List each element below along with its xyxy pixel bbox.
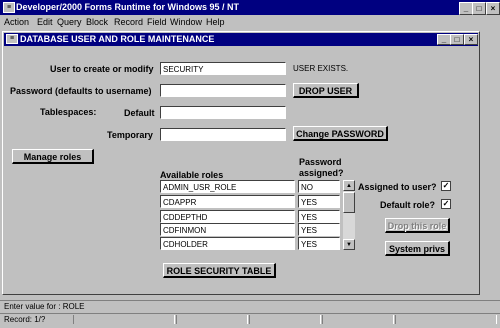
status-segment [395,315,497,324]
form-icon[interactable]: ≡ [6,34,18,44]
password-field[interactable] [160,84,286,97]
drop-user-button[interactable]: DROP USER [293,83,359,98]
scroll-down-icon[interactable]: ▼ [343,239,355,250]
menu-bar: Action Edit Query Block Record Field Win… [0,15,500,29]
menu-action[interactable]: Action [4,17,29,27]
status-segment [73,315,175,324]
default-tablespace-label: Default [124,108,155,118]
manage-roles-button[interactable]: Manage roles [12,149,94,164]
menu-block[interactable]: Block [86,17,108,27]
app-title: Developer/2000 Forms Runtime for Windows… [16,2,239,12]
temporary-tablespace-label: Temporary [107,130,153,140]
role-security-table-button[interactable]: ROLE SECURITY TABLE [163,263,276,278]
app-icon[interactable]: ≡ [3,2,15,13]
role-assigned-cell[interactable]: YES [298,210,340,223]
role-assigned-cell[interactable]: YES [298,237,340,250]
change-password-button[interactable]: Change PASSWORD [293,126,388,141]
roles-scrollbar[interactable]: ▲ ▼ [343,180,355,250]
scroll-up-icon[interactable]: ▲ [343,180,355,191]
menu-record[interactable]: Record [114,17,143,27]
minimize-icon[interactable]: _ [459,2,473,15]
tablespaces-label: Tablespaces: [40,107,97,117]
role-assigned-cell[interactable]: YES [298,223,340,236]
user-label: User to create or modify [50,64,154,74]
role-name-cell[interactable]: CDFINMON [160,223,295,236]
role-assigned-cell[interactable]: NO [298,180,340,193]
form-title-bar[interactable]: ≡ DATABASE USER AND ROLE MAINTENANCE _ □… [4,33,478,46]
password-label: Password (defaults to username) [10,86,152,96]
menu-edit[interactable]: Edit [37,17,53,27]
assigned-to-user-label: Assigned to user? [358,182,437,192]
menu-query[interactable]: Query [57,17,82,27]
form-close-icon[interactable]: × [464,34,478,45]
form-title: DATABASE USER AND ROLE MAINTENANCE [20,34,215,44]
user-status-text: USER EXISTS. [293,64,349,73]
status-message-bar: Enter value for : ROLE [0,300,500,313]
default-role-label: Default role? [380,200,436,210]
menu-field[interactable]: Field [147,17,167,27]
maximize-icon[interactable]: □ [472,2,486,15]
menu-help[interactable]: Help [206,17,225,27]
temporary-tablespace-field[interactable] [160,128,286,141]
status-segment [176,315,248,324]
role-name-cell[interactable]: CDAPPR [160,195,295,208]
default-tablespace-field[interactable] [160,106,286,119]
assigned-to-user-checkbox[interactable]: ✓ [441,181,451,191]
role-name-cell[interactable]: CDDEPTHD [160,210,295,223]
status-segment [249,315,321,324]
available-roles-header: Available roles [160,170,224,180]
role-assigned-cell[interactable]: YES [298,195,340,208]
password-assigned-header-line1: Password [299,157,342,167]
scroll-thumb[interactable] [343,192,355,213]
form-minimize-icon[interactable]: _ [437,34,451,45]
user-field[interactable]: SECURITY [160,62,286,75]
menu-window[interactable]: Window [170,17,202,27]
role-name-cell[interactable]: ADMIN_USR_ROLE [160,180,295,193]
record-indicator: Record: 1/? [4,315,46,324]
role-name-cell[interactable]: CDHOLDER [160,237,295,250]
default-role-checkbox[interactable]: ✓ [441,199,451,209]
system-privs-button[interactable]: System privs [385,241,450,256]
password-assigned-header-line2: assigned? [299,168,344,178]
status-segment [322,315,394,324]
drop-role-button[interactable]: Drop this role [385,218,450,233]
status-message: Enter value for : ROLE [4,302,85,311]
app-title-bar[interactable]: ≡ Developer/2000 Forms Runtime for Windo… [0,0,500,15]
status-record-bar: Record: 1/? [0,313,500,328]
form-maximize-icon[interactable]: □ [450,34,464,45]
close-icon[interactable]: × [486,2,500,15]
